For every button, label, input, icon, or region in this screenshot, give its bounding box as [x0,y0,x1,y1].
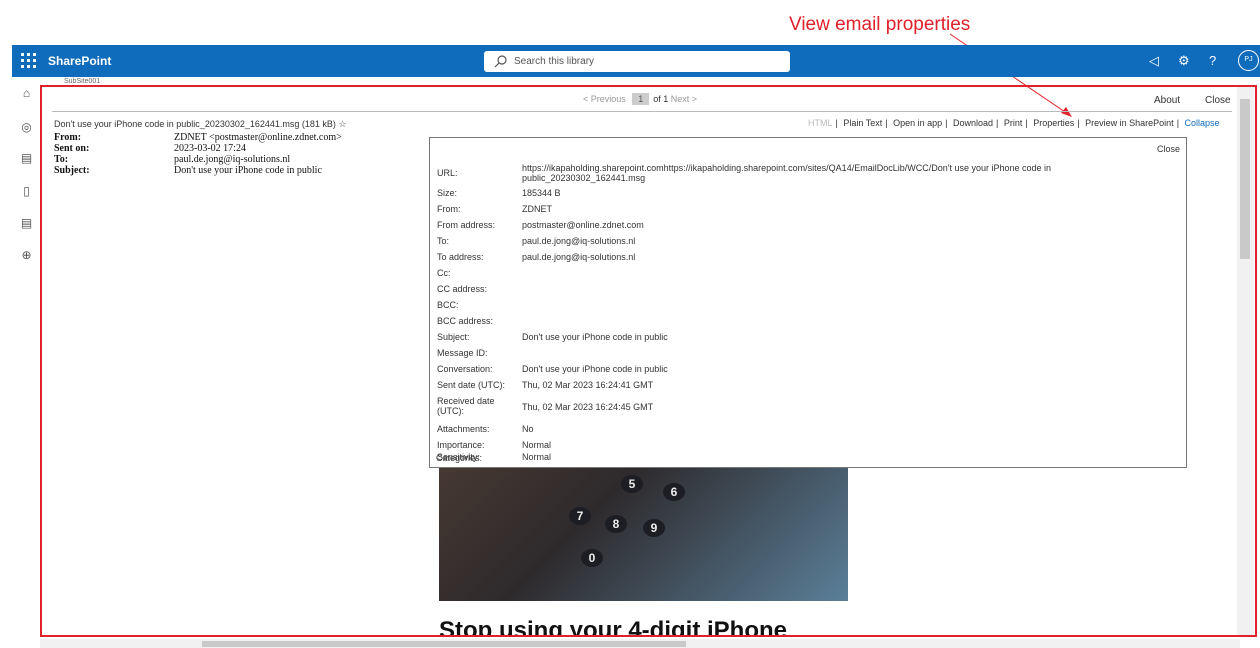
scroll-thumb[interactable] [1240,99,1250,259]
prop-value: 185344 B [522,188,561,198]
gear-icon[interactable]: ⚙ [1178,53,1190,69]
search-icon [494,55,507,68]
prop-label: Conversation: [437,364,493,374]
prop-value: Don't use your iPhone code in public [522,332,668,342]
prop-value: https://ikapaholding.sharepoint.comhttps… [522,163,1052,183]
html-link[interactable]: HTML [808,118,833,128]
prop-label: Sent date (UTC): [437,380,506,390]
properties-link[interactable]: Properties [1033,118,1074,128]
suite-bar: SharePoint Search this library ◁ ⚙ ? PJ [12,45,1260,77]
prop-label: URL: [437,168,458,178]
email-file-line: Don't use your iPhone code in public_202… [54,119,347,130]
annotation-label: View email properties [789,14,971,35]
close-properties-link[interactable]: Close [1157,144,1180,154]
document-icon[interactable]: ▯ [20,185,33,198]
prop-label: Cc: [437,268,451,278]
scroll-thumb[interactable] [202,641,686,647]
star-icon[interactable]: ☆ [338,119,346,129]
prop-label: BCC: [437,300,459,310]
page-count: of 1 [653,94,669,104]
keypad-key: 8 [605,515,627,533]
from-value: ZDNET <postmaster@online.zdnet.com> [174,132,342,143]
download-link[interactable]: Download [953,118,993,128]
breadcrumb[interactable]: SubSite001 [64,78,100,85]
prop-value: postmaster@online.zdnet.com [522,220,644,230]
prop-value: ZDNET [522,204,552,214]
prop-label: Received date (UTC): [437,396,495,416]
subject-label: Subject: [54,165,90,176]
prop-label: BCC address: [437,316,494,326]
pager: < Previous 1 of 1 Next > [42,87,1238,111]
subject-value: Don't use your iPhone code in public [174,165,322,176]
divider [52,111,1232,112]
to-label: To: [54,154,69,165]
page-number-input[interactable]: 1 [632,93,650,105]
to-value: paul.de.jong@iq-solutions.nl [174,154,291,165]
horizontal-scrollbar[interactable] [40,639,1240,648]
keypad-key: 0 [581,549,603,567]
app-launcher-icon[interactable] [20,52,38,70]
prop-value: Normal [522,440,552,450]
prop-label: Importance: [437,440,485,450]
news-icon[interactable]: ▤ [20,152,33,165]
prop-value: Normal [522,452,552,462]
prop-value: Thu, 02 Mar 2023 16:24:45 GMT [522,402,654,412]
prop-label: To: [437,236,450,246]
add-icon[interactable]: ⊕ [20,249,33,262]
prop-label: Size: [437,188,458,198]
prop-value: paul.de.jong@iq-solutions.nl [522,236,636,246]
email-actions: HTML | Plain Text | Open in app | Download |… [808,118,1220,128]
search-placeholder: Search this library [514,56,595,67]
prop-label: Categories: [436,453,483,463]
avatar[interactable]: PJ [1238,50,1259,71]
prop-label: From: [437,204,461,214]
prop-label: CC address: [437,284,488,294]
prop-value: paul.de.jong@iq-solutions.nl [522,252,636,262]
prop-value: Thu, 02 Mar 2023 16:24:41 GMT [522,380,654,390]
properties-panel: Close URL: https://ikapaholding.sharepoin… [429,137,1187,468]
email-header: From: ZDNET <postmaster@online.zdnet.com>… [54,132,454,176]
prop-label: Attachments: [437,424,490,434]
prop-label: To address: [437,252,484,262]
prop-label: Subject: [437,332,470,342]
keypad-key: 7 [569,507,591,525]
plain-text-link[interactable]: Plain Text [843,118,882,128]
prop-label: From address: [437,220,496,230]
previous-link[interactable]: < Previous [583,94,626,104]
megaphone-icon[interactable]: ◁ [1149,53,1159,69]
search-box[interactable]: Search this library [484,51,790,72]
prop-label: Message ID: [437,348,488,358]
close-viewer-link[interactable]: Close [1205,95,1231,106]
preview-in-sharepoint-link[interactable]: Preview in SharePoint [1085,118,1174,128]
print-link[interactable]: Print [1004,118,1023,128]
sent-value: 2023-03-02 17:24 [174,143,246,154]
email-headline: Stop using your 4-digit iPhone [439,617,787,637]
collapse-link[interactable]: Collapse [1185,118,1220,128]
email-file-name: Don't use your iPhone code in public_202… [54,119,336,129]
home-icon[interactable]: ⌂ [20,87,33,100]
keypad-key: 9 [643,519,665,537]
open-in-app-link[interactable]: Open in app [893,118,942,128]
keypad-key: 5 [621,475,643,493]
prop-value: Don't use your iPhone code in public [522,364,668,374]
left-rail: ⌂ ◎ ▤ ▯ ▤ ⊕ [12,77,40,648]
prop-value: No [522,424,534,434]
from-label: From: [54,132,82,143]
list-icon[interactable]: ▤ [20,217,33,230]
vertical-scrollbar[interactable] [1237,87,1254,635]
keypad-key: 6 [663,483,685,501]
help-icon[interactable]: ? [1209,53,1216,68]
about-link[interactable]: About [1154,95,1180,106]
sharepoint-brand[interactable]: SharePoint [48,54,111,68]
sent-label: Sent on: [54,143,90,154]
globe-icon[interactable]: ◎ [20,121,33,134]
next-link[interactable]: Next > [671,94,697,104]
